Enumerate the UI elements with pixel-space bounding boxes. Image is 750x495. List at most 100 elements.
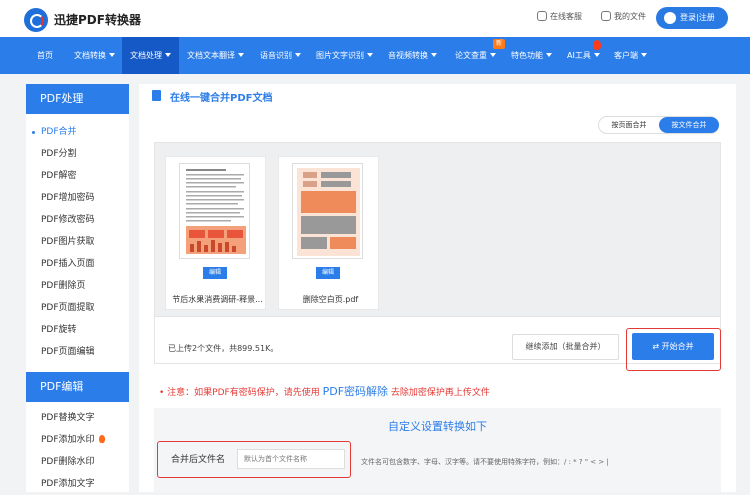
sidebar-item-pdf-delete-page[interactable]: PDF删除页 [26, 275, 129, 297]
chevron-down-icon [593, 53, 600, 57]
brand-name[interactable]: 迅捷PDF转换器 [54, 11, 141, 28]
file-card[interactable]: 编辑 删除空白页.pdf [278, 156, 379, 310]
refresh-icon: ⇄ [652, 342, 662, 351]
sidebar-section-pdf-process: PDF处理 [26, 84, 129, 114]
output-name-hint: 文件名可包含数字、字母、汉字等。请不要使用特殊字符，例如：/ : * ? " <… [361, 458, 609, 466]
folder-icon [601, 11, 611, 21]
nav-doc-convert[interactable]: 文档转换 [74, 37, 115, 74]
flame-icon [593, 40, 601, 50]
sidebar-item-pdf-split[interactable]: PDF分割 [26, 143, 129, 165]
nav-label: 首页 [37, 51, 53, 60]
edit-button[interactable]: 编辑 [316, 267, 340, 279]
nav-home[interactable]: 首页 [37, 37, 53, 74]
start-merge-button[interactable]: ⇄ 开始合并 [632, 333, 714, 360]
sidebar-item-pdf-merge[interactable]: PDF合并 [26, 121, 129, 143]
nav-label: 音视频转换 [388, 51, 428, 60]
chevron-down-icon [165, 53, 171, 57]
nav-translate[interactable]: 文档文本翻译 [187, 37, 244, 74]
file-thumbnail [292, 163, 363, 259]
document-icon [152, 90, 161, 101]
sidebar: PDF处理 PDF合并 PDF分割 PDF解密 PDF增加密码 PDF修改密码 … [26, 84, 129, 492]
login-button[interactable]: 登录|注册 [656, 7, 728, 29]
merge-by-page-tab[interactable]: 按页面合并 [599, 117, 659, 133]
chevron-down-icon [490, 53, 496, 57]
flame-icon [98, 435, 105, 443]
sidebar-item-pdf-add-watermark[interactable]: PDF添加水印 [26, 429, 129, 451]
nav-label: AI工具 [567, 51, 591, 60]
chevron-down-icon [546, 53, 552, 57]
chevron-down-icon [641, 53, 647, 57]
nav-ocr[interactable]: 图片文字识别 [316, 37, 373, 74]
page-title: 在线一键合并PDF文档 [170, 93, 273, 104]
my-files-link[interactable]: 我的文件 [601, 11, 646, 22]
start-merge-label: 开始合并 [661, 342, 694, 351]
nav-label: 客户端 [614, 51, 638, 60]
document-preview-image [186, 169, 246, 254]
upload-footer: 已上传2个文件，共899.51K。 继续添加（批量合并） ⇄ 开始合并 [154, 317, 721, 371]
online-service-label: 在线客服 [550, 12, 582, 21]
settings-panel: 自定义设置转换如下 合并后文件名 文件名可包含数字、字母、汉字等。请不要使用特殊… [154, 408, 721, 492]
nav-paper-check[interactable]: 论文查重 [455, 37, 496, 74]
main-nav: 首页 文档转换 文档处理 文档文本翻译 语音识别 图片文字识别 音视频转换 论文… [0, 37, 750, 74]
login-label: 登录|注册 [680, 13, 715, 22]
headset-icon [537, 11, 547, 21]
start-merge-highlight: ⇄ 开始合并 [626, 328, 721, 371]
notice-suffix: 去除加密保护再上传文件 [390, 388, 490, 398]
nav-doc-process[interactable]: 文档处理 [122, 37, 179, 74]
password-notice: • 注意：如果PDF有密码保护，请先使用 PDF密码解除 去除加密保护再上传文件 [159, 383, 490, 399]
new-badge: 新 [493, 39, 505, 49]
output-name-input[interactable] [237, 449, 345, 469]
sidebar-item-pdf-rotate[interactable]: PDF旋转 [26, 319, 129, 341]
sidebar-item-label: PDF添加水印 [41, 435, 95, 445]
settings-title: 自定义设置转换如下 [388, 420, 487, 433]
chevron-down-icon [295, 53, 301, 57]
upload-area: 编辑 节后水果消费调研-释景... 编辑 删除空白页.pdf [154, 142, 721, 317]
sidebar-item-pdf-insert-page[interactable]: PDF插入页面 [26, 253, 129, 275]
file-card[interactable]: 编辑 节后水果消费调研-释景... [165, 156, 266, 310]
notice-bullet: • [159, 388, 168, 398]
chevron-down-icon [431, 53, 437, 57]
sidebar-item-pdf-replace-text[interactable]: PDF替换文字 [26, 407, 129, 429]
chevron-down-icon [367, 53, 373, 57]
logo-icon[interactable] [24, 8, 48, 32]
nav-label: 文档文本翻译 [187, 51, 235, 60]
edit-button[interactable]: 编辑 [203, 267, 227, 279]
nav-label: 语音识别 [260, 51, 292, 60]
sidebar-item-pdf-change-password[interactable]: PDF修改密码 [26, 209, 129, 231]
nav-label: 文档转换 [74, 51, 106, 60]
notice-prefix: 注意：如果PDF有密码保护，请先使用 [167, 388, 320, 398]
merge-mode-switch: 按页面合并 按文件合并 [598, 116, 719, 134]
sidebar-item-pdf-page-extract[interactable]: PDF页面提取 [26, 297, 129, 319]
output-name-highlight: 合并后文件名 [157, 441, 351, 478]
my-files-label: 我的文件 [614, 12, 646, 21]
sidebar-item-pdf-remove-watermark[interactable]: PDF删除水印 [26, 451, 129, 473]
output-name-label: 合并后文件名 [171, 455, 226, 465]
sidebar-item-pdf-decrypt[interactable]: PDF解密 [26, 165, 129, 187]
nav-av-convert[interactable]: 音视频转换 [388, 37, 437, 74]
user-avatar-icon [664, 12, 676, 24]
file-name: 节后水果消费调研-释景... [172, 295, 263, 304]
file-name: 删除空白页.pdf [302, 295, 359, 304]
pdf-unlock-link[interactable]: PDF密码解除 [323, 385, 388, 398]
sidebar-item-pdf-page-edit[interactable]: PDF页面编辑 [26, 341, 129, 363]
sidebar-section-pdf-edit: PDF编辑 [26, 372, 129, 402]
nav-label: 特色功能 [511, 51, 543, 60]
document-preview-image [297, 168, 360, 256]
nav-speech[interactable]: 语音识别 [260, 37, 301, 74]
sidebar-item-pdf-add-password[interactable]: PDF增加密码 [26, 187, 129, 209]
merge-by-file-tab[interactable]: 按文件合并 [659, 117, 719, 133]
nav-client[interactable]: 客户端 [614, 37, 647, 74]
nav-label: 文档处理 [130, 51, 162, 60]
online-service-link[interactable]: 在线客服 [537, 11, 582, 22]
file-thumbnail [179, 163, 250, 259]
continue-add-button[interactable]: 继续添加（批量合并） [512, 334, 619, 360]
chevron-down-icon [238, 53, 244, 57]
sidebar-item-pdf-image-extract[interactable]: PDF图片获取 [26, 231, 129, 253]
chevron-down-icon [109, 53, 115, 57]
upload-summary: 已上传2个文件，共899.51K。 [168, 344, 279, 353]
nav-label: 图片文字识别 [316, 51, 364, 60]
main-panel: 在线一键合并PDF文档 按页面合并 按文件合并 编辑 节后水果消费调研-释景..… [139, 84, 736, 492]
top-bar: 迅捷PDF转换器 在线客服 我的文件 登录|注册 [0, 0, 750, 37]
nav-label: 论文查重 [455, 51, 487, 60]
nav-features[interactable]: 特色功能 [511, 37, 552, 74]
